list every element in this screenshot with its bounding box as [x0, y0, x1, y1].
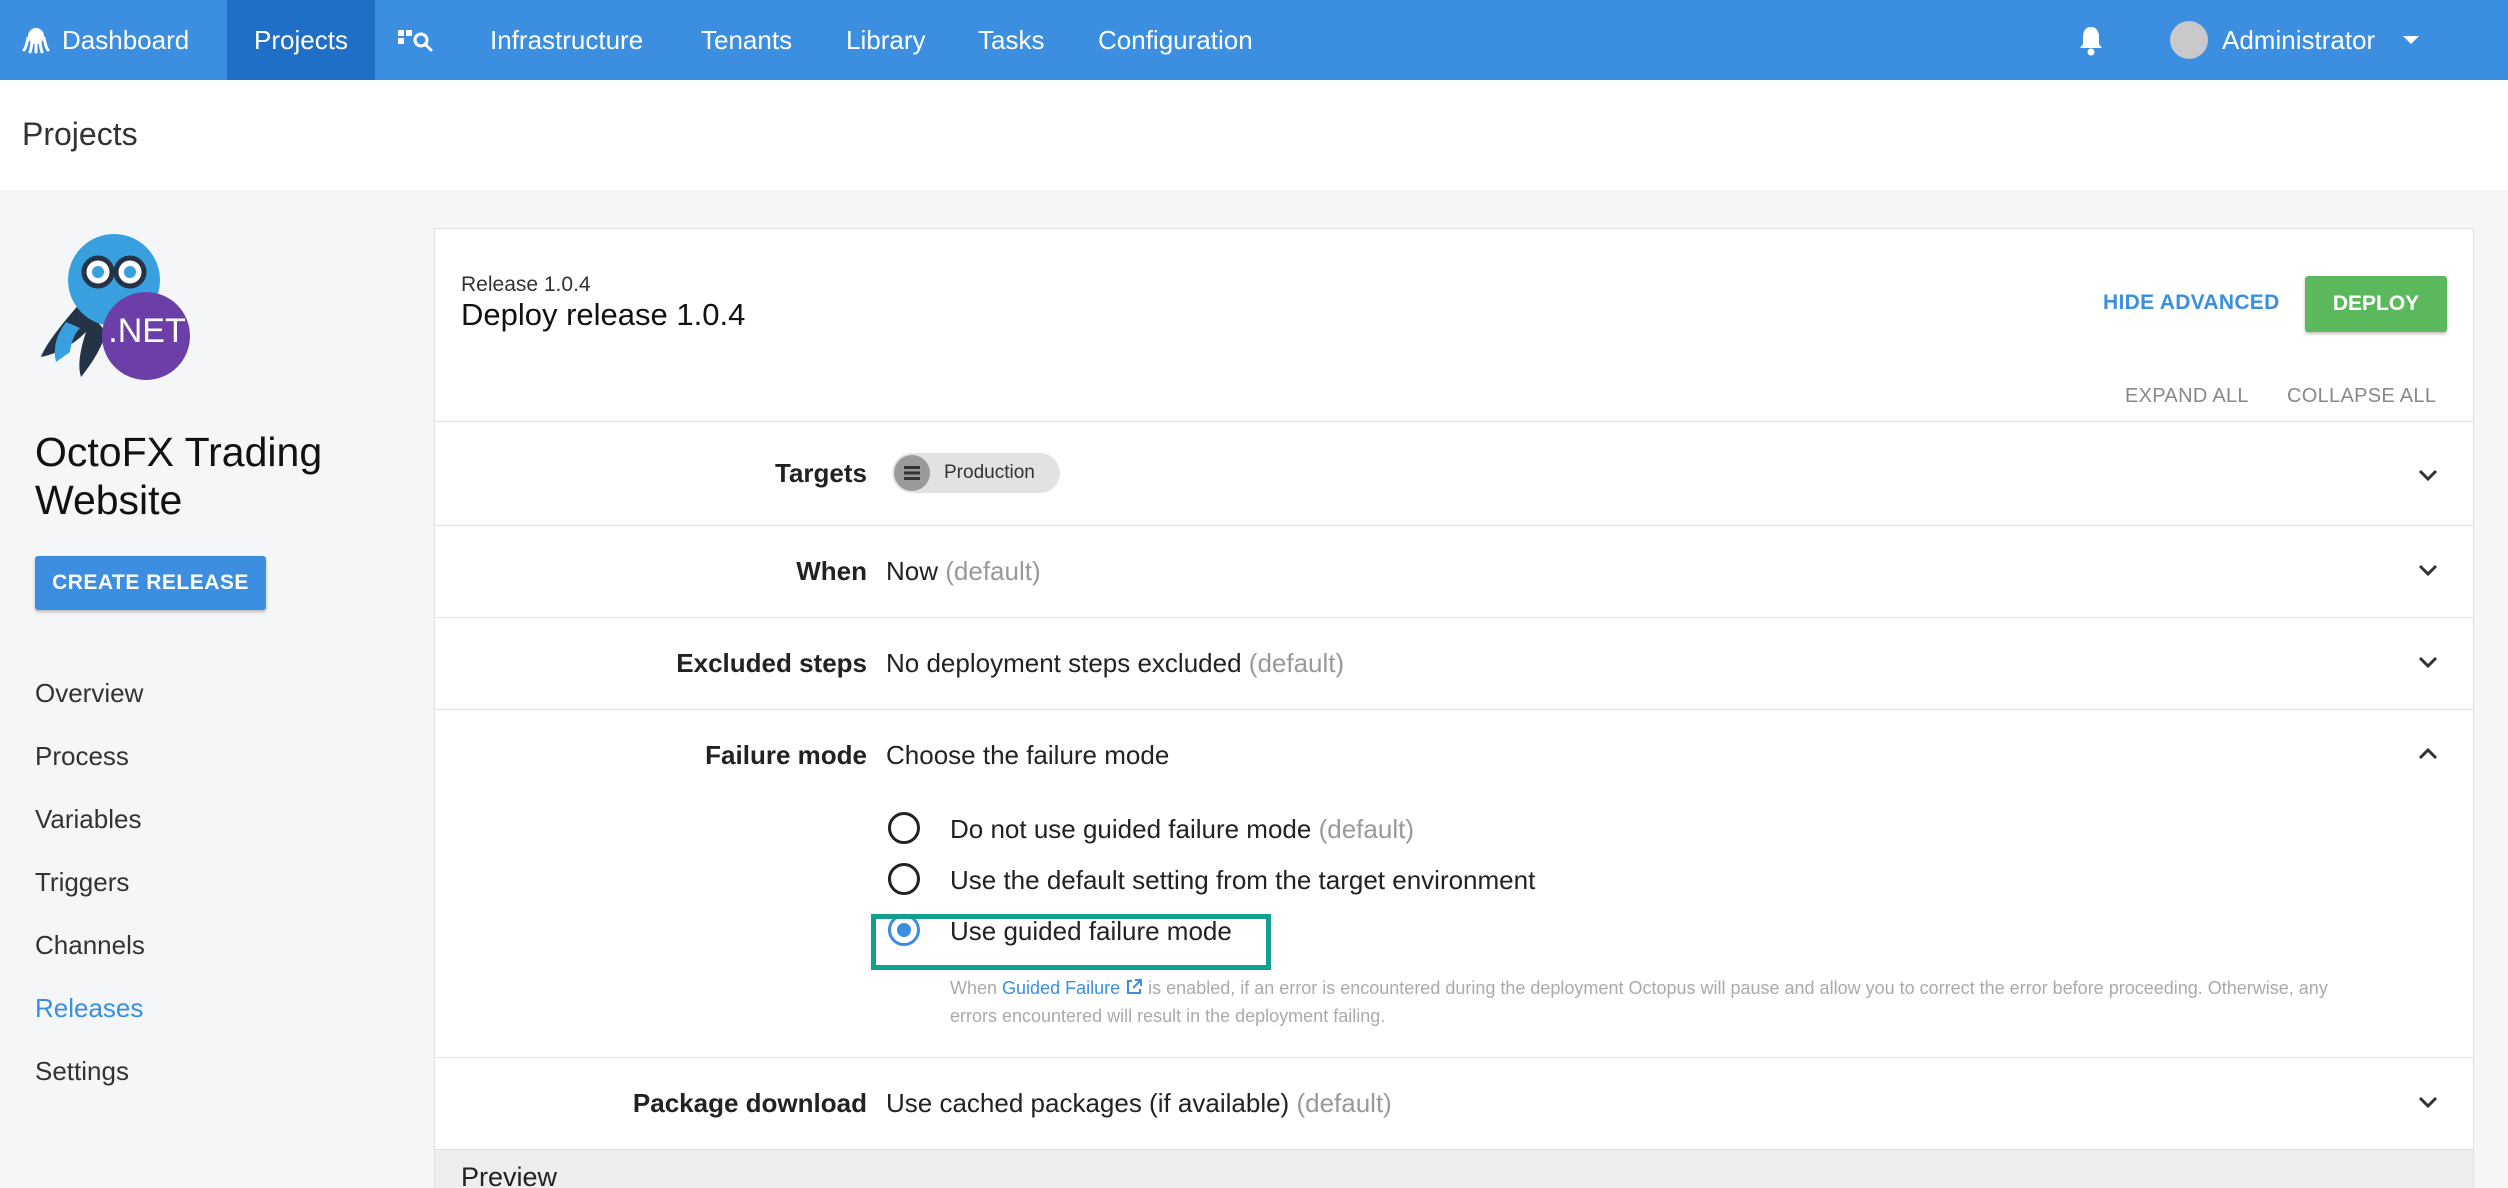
expand-all-button[interactable]: EXPAND ALL — [2125, 385, 2249, 408]
nav-dashboard-label: Dashboard — [62, 24, 190, 55]
project-logo: .NET — [36, 232, 196, 384]
project-name: OctoFX Trading Website — [35, 429, 323, 523]
when-value-text: Now — [886, 556, 939, 586]
deploy-card: Release 1.0.4 Deploy release 1.0.4 HIDE … — [434, 228, 2474, 1188]
preview-section: Preview — [435, 1149, 2473, 1188]
guided-failure-link[interactable]: Guided Failure — [1002, 978, 1143, 998]
targets-row[interactable]: Targets Production — [435, 421, 2473, 525]
highlight-box — [871, 914, 1271, 970]
chevron-down-icon[interactable] — [2417, 1091, 2439, 1113]
option-default: (default) — [1318, 814, 1414, 844]
radio-no-guided-failure-label[interactable]: Do not use guided failure mode (default) — [950, 814, 1414, 845]
excluded-steps-default: (default) — [1248, 648, 1345, 678]
avatar — [2170, 21, 2208, 59]
guided-failure-help: When Guided Failure is enabled, if an er… — [950, 974, 2370, 1030]
preview-heading: Preview — [461, 1162, 558, 1188]
excluded-steps-label: Excluded steps — [676, 648, 867, 678]
bell-icon — [2080, 27, 2102, 56]
package-download-default: (default) — [1296, 1088, 1392, 1118]
package-download-label: Package download — [632, 1088, 867, 1118]
nav-configuration[interactable]: Configuration — [1098, 0, 1253, 80]
user-menu[interactable]: Administrator — [2170, 0, 2421, 80]
search-dashboard-icon — [398, 30, 433, 52]
sidebar-item-variables[interactable]: Variables — [35, 804, 141, 835]
chevron-down-icon[interactable] — [2417, 559, 2439, 581]
sidebar-item-settings[interactable]: Settings — [35, 1056, 129, 1087]
package-download-value: Use cached packages (if available) (defa… — [886, 1088, 1392, 1119]
nav-infrastructure[interactable]: Infrastructure — [490, 0, 643, 80]
external-link-icon — [1127, 979, 1143, 994]
environment-chip-label: Production — [944, 462, 1035, 483]
page-title: Projects — [22, 116, 138, 152]
chevron-down-icon[interactable] — [2417, 464, 2439, 486]
deploy-title: Deploy release 1.0.4 — [461, 297, 746, 332]
octopus-dotnet-logo — [41, 234, 190, 380]
collapse-all-button[interactable]: COLLAPSE ALL — [2287, 385, 2436, 408]
nav-tasks[interactable]: Tasks — [978, 0, 1044, 80]
sidebar-item-channels[interactable]: Channels — [35, 930, 145, 961]
when-label: When — [796, 556, 867, 586]
page-title-bar: Projects — [0, 80, 2508, 190]
excluded-steps-text: No deployment steps excluded — [886, 648, 1242, 678]
environment-chip: Production — [892, 453, 1060, 493]
nav-projects[interactable]: Projects — [227, 0, 375, 80]
nav-configuration-label: Configuration — [1098, 24, 1253, 55]
radio-environment-default[interactable] — [888, 863, 920, 895]
excluded-steps-row[interactable]: Excluded steps No deployment steps exclu… — [435, 617, 2473, 709]
package-download-row[interactable]: Package download Use cached packages (if… — [435, 1057, 2473, 1149]
deploy-button[interactable]: DEPLOY — [2305, 276, 2447, 332]
sidebar-item-releases[interactable]: Releases — [35, 993, 143, 1024]
targets-label: Targets — [775, 458, 867, 488]
radio-no-guided-failure[interactable] — [888, 812, 920, 844]
help-suffix: is enabled, if an error is encountered d… — [950, 978, 2328, 1026]
nav-projects-label: Projects — [254, 24, 348, 55]
user-name: Administrator — [2222, 24, 2376, 55]
when-row[interactable]: When Now (default) — [435, 525, 2473, 617]
sidebar-item-process[interactable]: Process — [35, 741, 129, 772]
caret-down-icon — [2403, 36, 2420, 44]
excluded-steps-value: No deployment steps excluded (default) — [886, 648, 1344, 679]
option-label: Do not use guided failure mode — [950, 814, 1312, 844]
failure-mode-label: Failure mode — [705, 740, 867, 770]
when-value: Now (default) — [886, 556, 1041, 587]
guided-failure-link-text: Guided Failure — [1002, 978, 1121, 998]
sidebar-item-overview[interactable]: Overview — [35, 678, 143, 709]
nav-tasks-label: Tasks — [978, 24, 1045, 55]
radio-environment-default-label[interactable]: Use the default setting from the target … — [950, 865, 1535, 896]
hide-advanced-button[interactable]: HIDE ADVANCED — [2103, 291, 2280, 315]
list-icon — [894, 455, 930, 491]
nav-tenants-label: Tenants — [701, 24, 793, 55]
package-download-text: Use cached packages (if available) — [886, 1088, 1290, 1118]
when-default: (default) — [945, 556, 1041, 586]
nav-library-label: Library — [846, 24, 926, 55]
release-label: Release 1.0.4 — [461, 273, 591, 296]
nav-tenants[interactable]: Tenants — [701, 0, 792, 80]
create-release-button[interactable]: CREATE RELEASE — [35, 556, 266, 610]
failure-mode-value: Choose the failure mode — [886, 740, 1170, 770]
nav-library[interactable]: Library — [846, 0, 925, 80]
nav-dashboard[interactable]: Dashboard — [22, 0, 189, 80]
octopus-icon — [22, 28, 50, 54]
chevron-up-icon[interactable] — [2417, 743, 2439, 765]
nav-search[interactable] — [396, 0, 434, 80]
notifications-button[interactable] — [2076, 0, 2106, 80]
chevron-down-icon[interactable] — [2417, 651, 2439, 673]
help-prefix: When — [950, 978, 998, 998]
sidebar-item-triggers[interactable]: Triggers — [35, 867, 129, 898]
top-nav: Dashboard Projects Infrastructure Tenant… — [0, 0, 2508, 80]
dotnet-logo-text: .NET — [108, 312, 186, 350]
nav-infrastructure-label: Infrastructure — [490, 24, 644, 55]
